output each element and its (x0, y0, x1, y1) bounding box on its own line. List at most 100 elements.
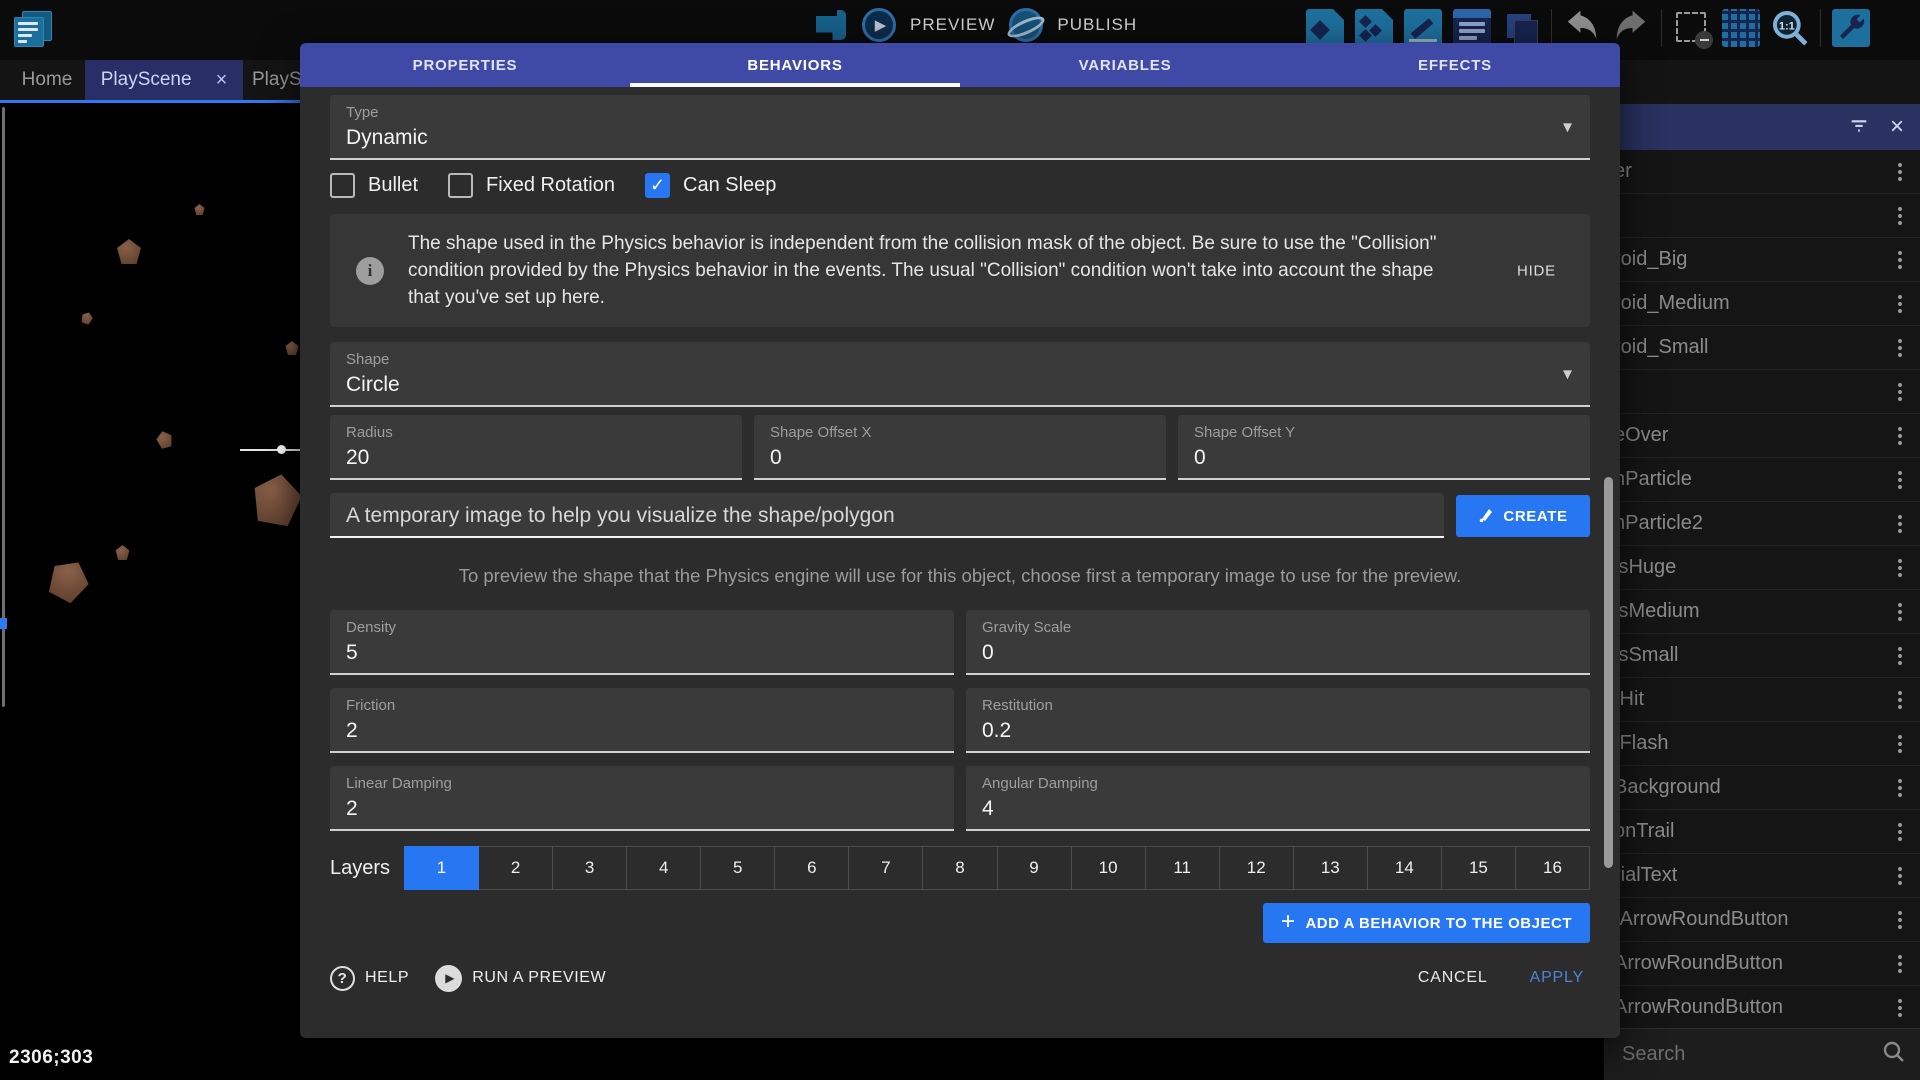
events-sheet-icon[interactable] (1453, 9, 1491, 47)
search-input[interactable]: Search (1622, 1043, 1685, 1066)
object-list-item[interactable] (1604, 370, 1920, 414)
more-vert-icon[interactable] (1894, 863, 1906, 889)
object-list-item[interactable]: hParticle2 (1604, 502, 1920, 546)
object-list-item[interactable]: er (1604, 150, 1920, 194)
layer-option-16[interactable]: 16 (1516, 846, 1590, 890)
preview-button[interactable]: PREVIEW (910, 15, 995, 35)
object-list-item[interactable]: roid_Small (1604, 326, 1920, 370)
hide-button[interactable]: HIDE (1517, 262, 1556, 279)
type-select[interactable]: Type Dynamic ▾ (330, 95, 1590, 160)
edit-scene-icon[interactable] (1404, 9, 1442, 47)
object-list-item[interactable]: Background (1604, 766, 1920, 810)
object-list-item[interactable]: isHuge (1604, 546, 1920, 590)
layer-option-4[interactable]: 4 (627, 846, 701, 890)
run-preview-button[interactable]: ▶ RUN A PREVIEW (435, 965, 606, 992)
object-list-item[interactable]: t (1604, 194, 1920, 238)
dialog-tab-effects[interactable]: EFFECTS (1290, 43, 1620, 87)
undo-icon[interactable] (1563, 9, 1601, 47)
layer-option-5[interactable]: 5 (701, 846, 775, 890)
dialog-scrollbar[interactable] (1604, 477, 1613, 868)
object-list-item[interactable]: onTrail (1604, 810, 1920, 854)
more-vert-icon[interactable] (1894, 379, 1906, 405)
more-vert-icon[interactable] (1894, 511, 1906, 537)
friction-field[interactable]: Friction 2 (330, 688, 954, 753)
layers-icon[interactable] (1502, 9, 1540, 47)
zoom-1-1-icon[interactable]: 1:1 (1771, 9, 1809, 47)
density-field[interactable]: Density 5 (330, 610, 954, 675)
checkbox-fixed-rotation[interactable]: Fixed Rotation (448, 173, 615, 198)
asteroid-sprite[interactable] (116, 239, 142, 264)
more-vert-icon[interactable] (1894, 291, 1906, 317)
layer-option-8[interactable]: 8 (923, 846, 997, 890)
more-vert-icon[interactable] (1894, 247, 1906, 273)
layer-option-1[interactable]: 1 (404, 846, 479, 890)
add-object-icon[interactable] (1306, 9, 1344, 47)
object-list-item[interactable]: hParticle (1604, 458, 1920, 502)
asteroid-sprite[interactable] (79, 310, 94, 325)
more-vert-icon[interactable] (1894, 775, 1906, 801)
more-vert-icon[interactable] (1894, 203, 1906, 229)
project-manager-icon[interactable] (14, 11, 54, 49)
grid-icon[interactable] (1722, 9, 1760, 47)
add-behavior-button[interactable]: + ADD A BEHAVIOR TO THE OBJECT (1263, 903, 1590, 943)
tab-home[interactable]: Home (12, 60, 82, 100)
shape-select[interactable]: Shape Circle ▾ (330, 342, 1590, 407)
more-vert-icon[interactable] (1894, 907, 1906, 933)
shape-offset-x-field[interactable]: Shape Offset X 0 (754, 415, 1166, 480)
panel-close-icon[interactable]: × (1890, 115, 1904, 139)
object-list-item[interactable]: roid_Medium (1604, 282, 1920, 326)
object-list-item[interactable]: isMedium (1604, 590, 1920, 634)
radius-field[interactable]: Radius 20 (330, 415, 742, 480)
more-vert-icon[interactable] (1894, 687, 1906, 713)
publish-button[interactable]: PUBLISH (1057, 15, 1137, 35)
object-list-item[interactable]: ArrowRoundButton (1604, 942, 1920, 986)
asteroid-sprite[interactable] (194, 204, 205, 215)
selection-mask-icon[interactable] (1673, 9, 1711, 47)
object-list-item[interactable]: ArrowRoundButton (1604, 986, 1920, 1028)
layer-option-11[interactable]: 11 (1146, 846, 1220, 890)
temporary-image-field[interactable]: A temporary image to help you visualize … (330, 493, 1444, 538)
gravity-scale-field[interactable]: Gravity Scale 0 (966, 610, 1590, 675)
layer-option-2[interactable]: 2 (479, 846, 553, 890)
canvas-scrollbar[interactable] (2, 107, 5, 707)
more-vert-icon[interactable] (1894, 995, 1906, 1021)
layer-option-6[interactable]: 6 (775, 846, 849, 890)
more-vert-icon[interactable] (1894, 643, 1906, 669)
debugger-wrench-icon[interactable] (1832, 9, 1870, 47)
dialog-tab-behaviors[interactable]: BEHAVIORS (630, 43, 960, 87)
object-list-item[interactable]: tFlash (1604, 722, 1920, 766)
more-vert-icon[interactable] (1894, 335, 1906, 361)
cancel-button[interactable]: CANCEL (1418, 969, 1488, 987)
checkbox-unchecked-icon[interactable] (448, 173, 473, 198)
dialog-tab-variables[interactable]: VARIABLES (960, 43, 1290, 87)
layer-option-15[interactable]: 15 (1442, 846, 1516, 890)
layer-option-7[interactable]: 7 (849, 846, 923, 890)
selection-marker-dot[interactable] (277, 445, 286, 454)
layer-option-13[interactable]: 13 (1294, 846, 1368, 890)
angular-damping-field[interactable]: Angular Damping 4 (966, 766, 1590, 831)
checkbox-checked-icon[interactable]: ✓ (645, 173, 670, 198)
apply-button[interactable]: APPLY (1530, 969, 1584, 987)
tab-close-icon[interactable]: × (216, 69, 228, 92)
checkbox-unchecked-icon[interactable] (330, 173, 355, 198)
layer-option-9[interactable]: 9 (998, 846, 1072, 890)
more-vert-icon[interactable] (1894, 951, 1906, 977)
more-vert-icon[interactable] (1894, 555, 1906, 581)
checkbox-can-sleep[interactable]: ✓Can Sleep (645, 173, 776, 198)
more-vert-icon[interactable] (1894, 423, 1906, 449)
more-vert-icon[interactable] (1894, 819, 1906, 845)
publish-globe-icon[interactable] (1009, 8, 1043, 42)
objects-group-icon[interactable] (1355, 9, 1393, 47)
restitution-field[interactable]: Restitution 0.2 (966, 688, 1590, 753)
help-button[interactable]: ? HELP (330, 966, 409, 991)
object-list-item[interactable]: isSmall (1604, 634, 1920, 678)
linear-damping-field[interactable]: Linear Damping 2 (330, 766, 954, 831)
asteroid-sprite[interactable] (247, 470, 307, 528)
checkbox-bullet[interactable]: Bullet (330, 173, 418, 198)
more-vert-icon[interactable] (1894, 467, 1906, 493)
object-list-item[interactable]: rialText (1604, 854, 1920, 898)
more-vert-icon[interactable] (1894, 599, 1906, 625)
filter-icon[interactable] (1848, 114, 1870, 141)
asteroid-sprite[interactable] (41, 552, 97, 607)
asteroid-sprite[interactable] (115, 545, 130, 560)
